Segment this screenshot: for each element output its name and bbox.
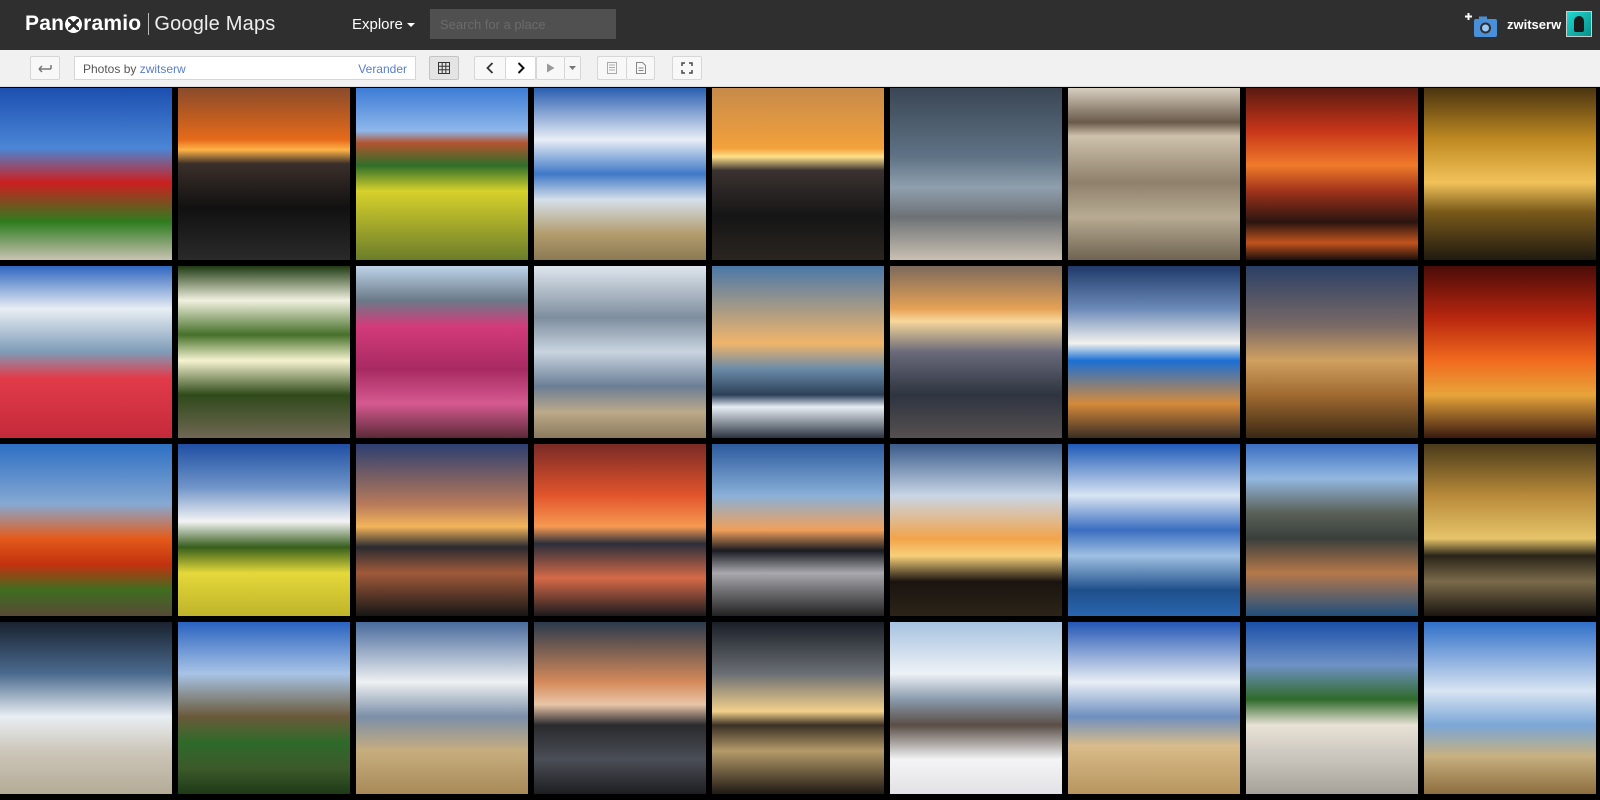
add-photo-camera-icon[interactable] — [1464, 12, 1498, 38]
photos-by-label: Photos by — [83, 62, 137, 76]
photo-thumbnail[interactable] — [890, 266, 1062, 438]
avatar[interactable] — [1566, 11, 1592, 37]
chevron-down-icon — [569, 66, 576, 70]
photo-thumbnail[interactable] — [890, 88, 1062, 260]
photo-thumbnail[interactable] — [0, 266, 172, 438]
explore-label: Explore — [352, 16, 403, 33]
photo-thumbnail[interactable] — [1068, 444, 1240, 616]
play-button[interactable] — [536, 56, 564, 80]
photo-thumbnail[interactable] — [890, 444, 1062, 616]
photo-thumbnail[interactable] — [712, 444, 884, 616]
photo-thumbnail[interactable] — [1246, 266, 1418, 438]
photo-thumbnail[interactable] — [1068, 266, 1240, 438]
photos-by-user-link[interactable]: zwitserw — [140, 62, 186, 76]
photo-thumbnail[interactable] — [1424, 88, 1596, 260]
fullscreen-button[interactable] — [672, 56, 702, 80]
photo-thumbnail[interactable] — [356, 266, 528, 438]
photo-thumbnail[interactable] — [178, 444, 350, 616]
username[interactable]: zwitserw — [1507, 17, 1561, 32]
photo-thumbnail[interactable] — [712, 622, 884, 794]
photo-thumbnail[interactable] — [1246, 622, 1418, 794]
photo-thumbnail[interactable] — [712, 88, 884, 260]
change-link[interactable]: Verander — [358, 62, 407, 76]
grid-view-icon — [438, 62, 450, 74]
chevron-down-icon — [406, 23, 415, 28]
photo-grid — [0, 88, 1600, 800]
photo-thumbnail[interactable] — [534, 88, 706, 260]
panoramio-logo[interactable]: Pan ramio Google Maps — [25, 12, 275, 36]
list-view-icon — [607, 62, 617, 74]
photo-thumbnail[interactable] — [1424, 444, 1596, 616]
top-bar: Pan ramio Google Maps Explore zwitserw — [0, 0, 1600, 50]
globe-icon — [65, 15, 83, 33]
fullscreen-icon — [681, 62, 693, 74]
photo-thumbnail[interactable] — [534, 622, 706, 794]
toolbar: Photos by zwitserw Verander — [0, 50, 1600, 87]
back-button[interactable] — [30, 56, 60, 80]
next-button[interactable] — [505, 56, 536, 80]
photo-thumbnail[interactable] — [356, 444, 528, 616]
photo-thumbnail[interactable] — [178, 622, 350, 794]
photo-thumbnail[interactable] — [890, 622, 1062, 794]
photo-thumbnail[interactable] — [1068, 88, 1240, 260]
play-icon — [547, 63, 555, 73]
photos-by-box: Photos by zwitserw Verander — [74, 56, 416, 80]
photo-thumbnail[interactable] — [534, 266, 706, 438]
logo-divider — [148, 13, 150, 35]
previous-icon — [486, 62, 494, 74]
next-icon — [517, 62, 525, 74]
google-maps-link[interactable]: Google Maps — [154, 13, 275, 36]
photo-thumbnail[interactable] — [0, 622, 172, 794]
search-input[interactable] — [430, 9, 616, 39]
back-arrow-icon — [38, 65, 52, 73]
photo-thumbnail[interactable] — [534, 444, 706, 616]
play-options-button[interactable] — [564, 56, 581, 80]
photo-thumbnail[interactable] — [1424, 622, 1596, 794]
photo-thumbnail[interactable] — [356, 88, 528, 260]
photo-thumbnail[interactable] — [356, 622, 528, 794]
photo-thumbnail[interactable] — [0, 444, 172, 616]
photo-thumbnail[interactable] — [178, 88, 350, 260]
explore-menu[interactable]: Explore — [352, 16, 415, 33]
list-view-button[interactable] — [597, 56, 626, 80]
logo-text-2: ramio — [83, 12, 142, 35]
photo-thumbnail[interactable] — [1246, 88, 1418, 260]
detail-view-button[interactable] — [626, 56, 655, 80]
grid-view-button[interactable] — [429, 56, 459, 80]
photo-thumbnail[interactable] — [1424, 266, 1596, 438]
previous-button[interactable] — [474, 56, 505, 80]
photo-thumbnail[interactable] — [178, 266, 350, 438]
photo-thumbnail[interactable] — [0, 88, 172, 260]
detail-view-icon — [635, 62, 646, 74]
photo-thumbnail[interactable] — [1246, 444, 1418, 616]
logo-text-1: Pan — [25, 12, 65, 35]
photo-thumbnail[interactable] — [712, 266, 884, 438]
photo-thumbnail[interactable] — [1068, 622, 1240, 794]
